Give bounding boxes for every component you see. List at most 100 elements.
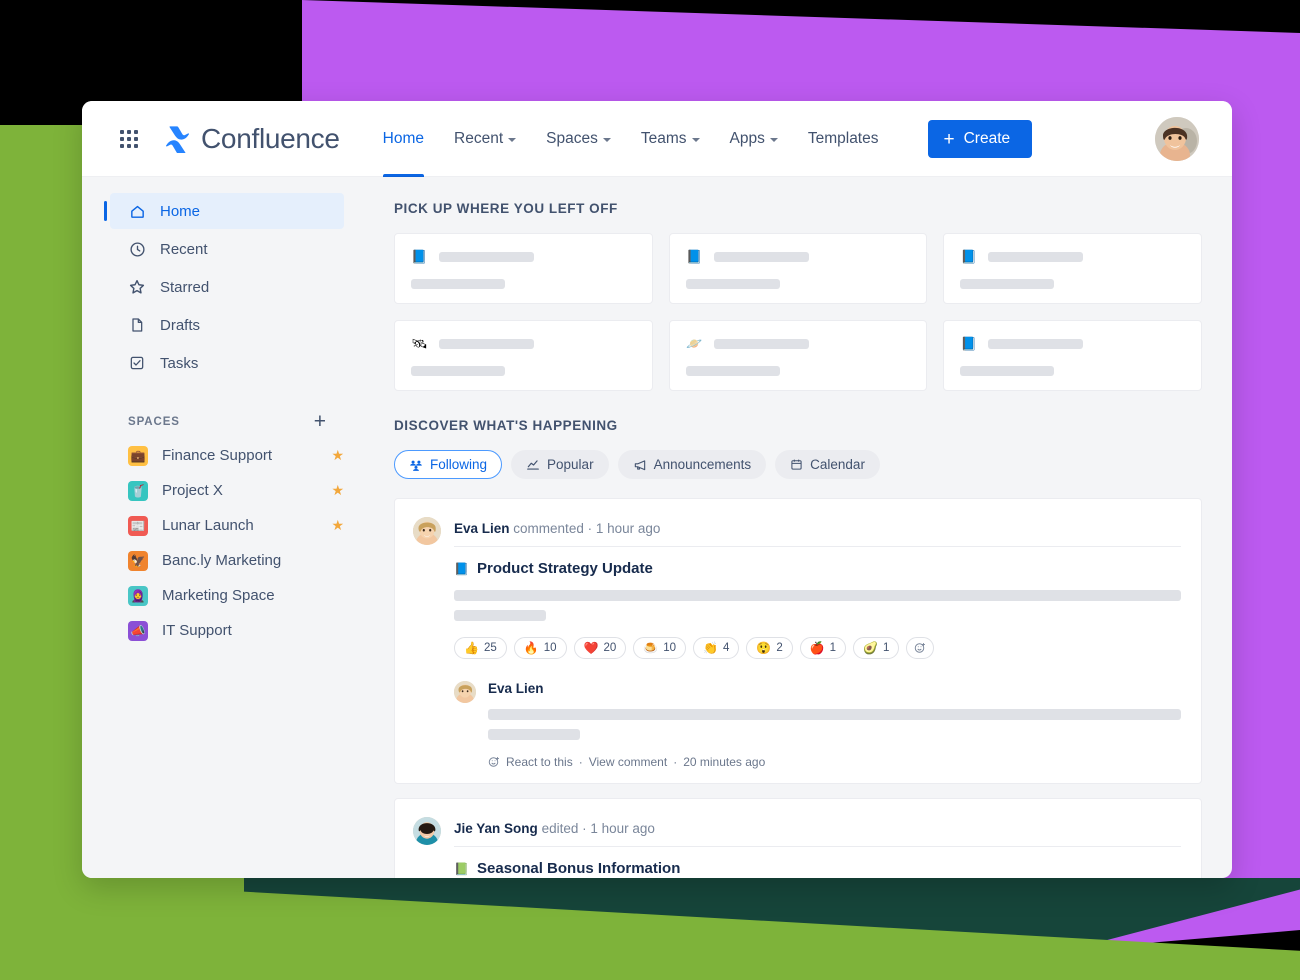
nav-link-teams[interactable]: Teams	[626, 101, 715, 177]
reaction-list: 👍 25 🔥 10 ❤️ 20 🍮 10 👏 4 😲 2 🍎 1 🥑 1	[454, 637, 1181, 659]
recent-card[interactable]: 📘	[943, 233, 1202, 304]
avatar[interactable]	[1155, 117, 1199, 161]
avatar[interactable]	[413, 517, 441, 545]
feed-page-title: Product Strategy Update	[477, 560, 653, 577]
sidebar-space-bancly-marketing[interactable]: 🦅 Banc.ly Marketing	[110, 543, 344, 578]
sidebar-item-tasks[interactable]: Tasks	[110, 345, 344, 381]
nav-link-templates-label: Templates	[807, 130, 879, 147]
feed-item: Eva Lien commented · 1 hour ago 📘 Produc…	[394, 498, 1202, 784]
placeholder-bar	[960, 366, 1055, 376]
reply-action-row: React to this · View comment · 20 minute…	[488, 755, 1181, 769]
create-button-label: Create	[963, 130, 1011, 147]
placeholder-bar	[685, 279, 780, 289]
sidebar-space-lunar-launch[interactable]: 📰 Lunar Launch ★	[110, 508, 344, 543]
chevron-down-icon	[769, 138, 778, 142]
placeholder-bar	[988, 251, 1084, 262]
reaction-pill[interactable]: 👏 4	[693, 637, 740, 659]
placeholder-bar	[439, 338, 534, 349]
reaction-count: 10	[543, 642, 557, 654]
nav-link-apps-label: Apps	[729, 130, 765, 147]
space-label: Project X	[162, 482, 223, 499]
page-icon: 📘	[960, 335, 977, 351]
nav-link-apps[interactable]: Apps	[715, 101, 793, 177]
tab-announcements[interactable]: Announcements	[617, 450, 767, 479]
nav-link-templates[interactable]: Templates	[793, 101, 894, 177]
page-icon: 📗	[454, 861, 469, 876]
create-button[interactable]: + Create	[927, 120, 1033, 158]
reaction-count: 10	[663, 642, 676, 654]
placeholder-bar	[685, 366, 780, 376]
sidebar-item-drafts[interactable]: Drafts	[110, 307, 344, 343]
reaction-pill[interactable]: 🍎 1	[799, 637, 847, 659]
placeholder-bar	[713, 338, 809, 349]
nav-link-recent[interactable]: Recent	[439, 101, 531, 177]
reply-timestamp: 20 minutes ago	[683, 755, 766, 769]
add-reaction-icon[interactable]	[906, 637, 935, 659]
sidebar: Home Recent Starred Drafts Tasks SPACES …	[82, 177, 362, 878]
space-label: IT Support	[162, 622, 232, 639]
recent-card[interactable]: 📘	[943, 320, 1202, 391]
add-reaction-icon[interactable]	[488, 756, 500, 768]
star-icon[interactable]: ★	[331, 482, 344, 499]
feed-timestamp: 1 hour ago	[590, 821, 655, 836]
tab-popular-label: Popular	[547, 457, 594, 472]
placeholder-bar	[411, 279, 505, 289]
placeholder-bar	[439, 251, 534, 262]
sidebar-item-recent[interactable]: Recent	[110, 231, 344, 267]
avatar[interactable]	[413, 817, 441, 845]
reaction-pill[interactable]: 😲 2	[746, 637, 793, 659]
divider	[454, 846, 1181, 847]
clap-icon: 👏	[703, 641, 718, 655]
star-icon[interactable]: ★	[331, 447, 344, 464]
recent-card[interactable]: 🪐	[668, 320, 928, 391]
sidebar-item-home-label: Home	[160, 202, 201, 220]
sidebar-item-starred[interactable]: Starred	[110, 269, 344, 305]
plus-icon[interactable]: +	[314, 411, 326, 432]
feed-page-link[interactable]: 📘 Product Strategy Update	[454, 560, 1181, 577]
tab-following[interactable]: Following	[394, 450, 503, 479]
sidebar-space-it-support[interactable]: 📣 IT Support	[110, 613, 344, 648]
reaction-pill[interactable]: 🔥 10	[513, 637, 567, 659]
tab-calendar[interactable]: Calendar	[775, 450, 880, 479]
space-label: Banc.ly Marketing	[162, 552, 282, 569]
sidebar-item-drafts-label: Drafts	[160, 316, 201, 334]
nav-link-spaces[interactable]: Spaces	[531, 101, 626, 177]
chevron-down-icon	[508, 138, 517, 142]
reaction-count: 20	[603, 642, 617, 654]
reaction-pill[interactable]: 🥑 1	[853, 637, 900, 659]
trend-chart-icon	[526, 458, 540, 472]
sidebar-item-home[interactable]: Home	[104, 193, 344, 229]
react-to-this-link[interactable]: React to this	[506, 755, 573, 769]
spaces-header: SPACES +	[128, 411, 326, 432]
recent-card[interactable]: 🛰	[394, 320, 653, 391]
megaphone-icon	[633, 458, 647, 472]
feed-separator: ·	[582, 821, 587, 836]
chevron-down-icon	[691, 138, 700, 142]
sidebar-space-project-x[interactable]: 🥤 Project X ★	[110, 473, 344, 508]
cup-icon: 🥤	[128, 480, 148, 501]
nav-link-spaces-label: Spaces	[546, 130, 598, 147]
sidebar-space-marketing-space[interactable]: 🧕 Marketing Space	[110, 578, 344, 613]
view-comment-link[interactable]: View comment	[589, 755, 667, 769]
reaction-pill[interactable]: 🍮 10	[633, 637, 686, 659]
recent-card[interactable]: 📘	[668, 233, 928, 304]
person-icon: 🧕	[128, 585, 148, 606]
grid-apps-icon[interactable]	[120, 130, 138, 148]
nav-link-home-label: Home	[382, 130, 425, 147]
confluence-logo[interactable]: Confluence	[164, 123, 340, 155]
briefcase-icon: 💼	[128, 445, 148, 466]
avatar[interactable]	[454, 681, 476, 703]
recent-card[interactable]: 📘	[394, 233, 653, 304]
star-icon[interactable]: ★	[331, 517, 344, 534]
reaction-pill[interactable]: ❤️ 20	[573, 637, 627, 659]
reaction-count: 2	[776, 642, 783, 654]
checkbox-icon	[128, 354, 146, 372]
nav-link-home[interactable]: Home	[368, 101, 439, 177]
tab-popular[interactable]: Popular	[511, 450, 609, 479]
feed-page-link[interactable]: 📗 Seasonal Bonus Information	[454, 860, 1181, 877]
reaction-pill[interactable]: 👍 25	[454, 637, 507, 659]
custard-icon: 🍮	[643, 641, 659, 655]
sidebar-space-finance-support[interactable]: 💼 Finance Support ★	[110, 438, 344, 473]
placeholder-bar	[988, 338, 1084, 349]
fire-icon: 🔥	[523, 641, 539, 655]
